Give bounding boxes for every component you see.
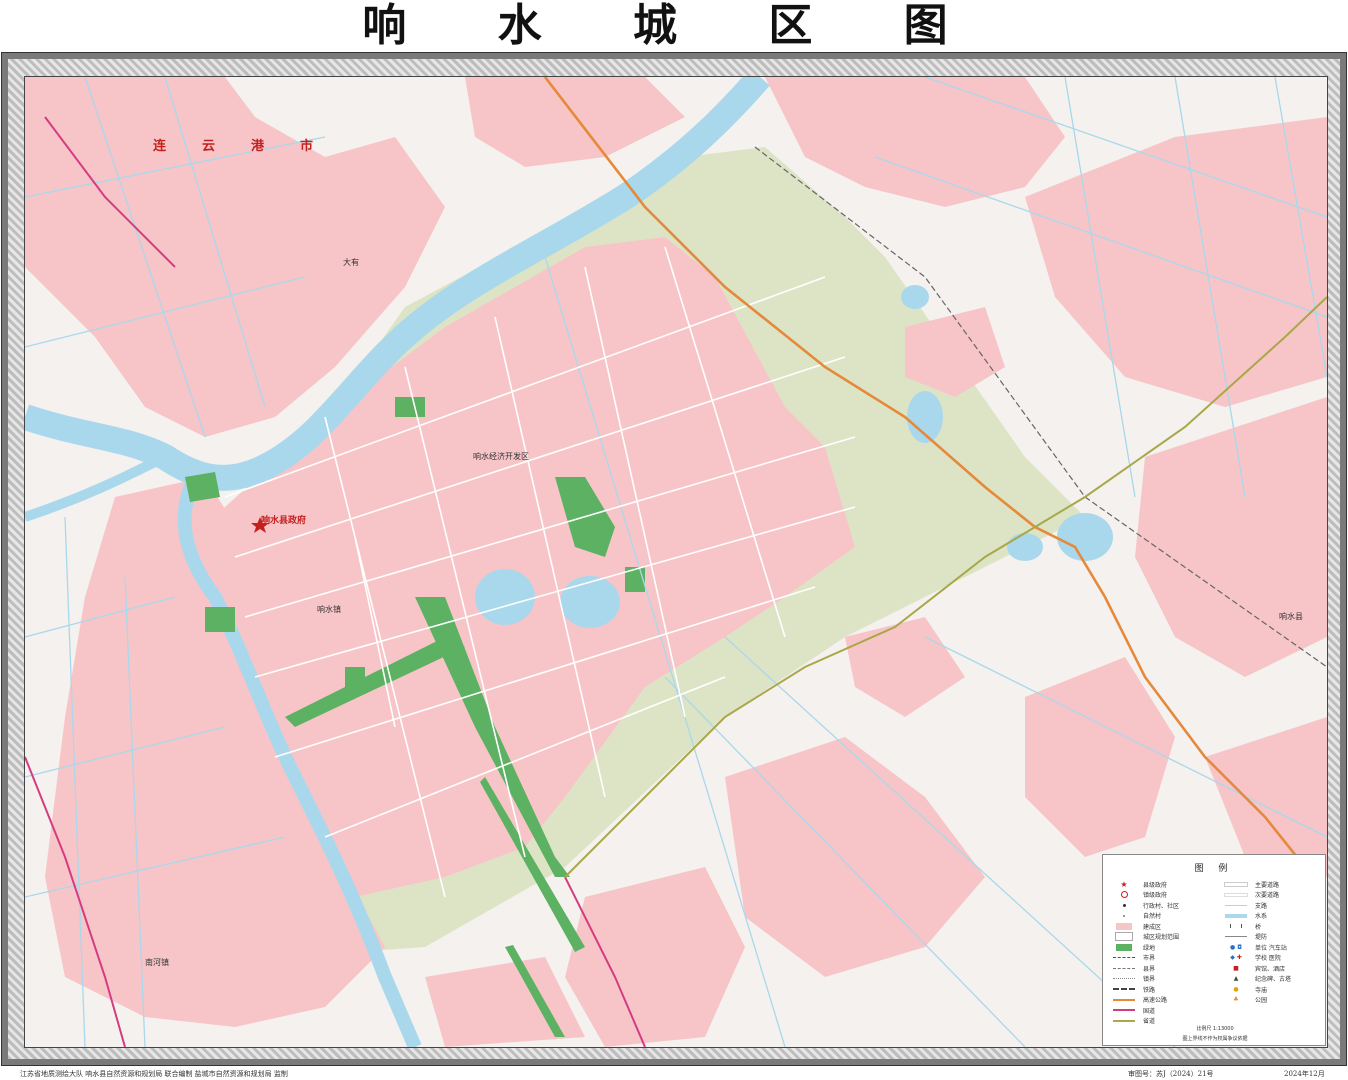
magenta-icon: [1111, 1006, 1137, 1014]
city-label: 连云港市: [153, 139, 350, 154]
map-legend: 图 例 ★ 县级政府镇级政府行政村、社区 自然村建成区城区规划范围 绿地市界县界镇界铁…: [1102, 854, 1326, 1046]
legend-item: 高速公路: [1111, 995, 1179, 1006]
legend-item-label: 次要道路: [1255, 892, 1280, 900]
legend-item: 次要道路: [1223, 890, 1291, 901]
box-icon: [1111, 932, 1137, 942]
legend-item: 镇界: [1111, 974, 1179, 985]
legend-item-label: 绿地: [1143, 944, 1156, 952]
legend-item-label: 堤防: [1255, 934, 1268, 942]
legend-item-label: 铁路: [1143, 986, 1156, 994]
legend-item: ♣ 公园: [1223, 995, 1291, 1006]
legend-item-label: 宾馆、酒店: [1255, 965, 1286, 973]
footer-date: 2024年12月: [1284, 1070, 1325, 1078]
green-icon: [1111, 943, 1137, 951]
star-icon: ★: [1120, 879, 1128, 889]
legend-item-label: 单位 汽车站: [1255, 944, 1287, 952]
pink-icon: [1111, 922, 1137, 930]
legend-item: 铁路: [1111, 984, 1179, 995]
legend-item: 国道: [1111, 1005, 1179, 1016]
legend-item-label: 县级政府: [1143, 881, 1168, 889]
legend-item: 行政村、社区: [1111, 900, 1179, 911]
legend-item: 水系: [1223, 911, 1291, 922]
legend-item: ★ 县级政府: [1111, 879, 1179, 890]
dot-icon: [1111, 901, 1137, 909]
legend-item: 市界: [1111, 953, 1179, 964]
legend-item: 建成区: [1111, 921, 1179, 932]
dike-icon: [1223, 933, 1249, 941]
small-icon: [1111, 912, 1137, 920]
legend-scale: 比例尺 1:13000: [1196, 1026, 1234, 1032]
place-label[interactable]: 响水经济开发区: [473, 451, 529, 462]
legend-item-label: 支路: [1255, 902, 1268, 910]
circle-icon: [1111, 891, 1137, 899]
legend-item-label: 纪念碑、古塔: [1255, 976, 1292, 984]
legend-item: 堤防: [1223, 932, 1291, 943]
legend-item: 绿地: [1111, 942, 1179, 953]
legend-item-label: 高速公路: [1143, 997, 1168, 1005]
legend-item-label: 水系: [1255, 913, 1268, 921]
water-icon: [1223, 912, 1249, 920]
olive-icon: [1111, 1017, 1137, 1025]
school-icon: ◆ ✚: [1230, 954, 1242, 962]
map-title: 响 水 城 区 图: [362, 0, 986, 51]
legend-item-label: 镇界: [1143, 976, 1156, 984]
place-label[interactable]: 响水镇: [317, 604, 341, 615]
place-label[interactable]: 南河镇: [145, 957, 169, 968]
legend-item-label: 市界: [1143, 955, 1156, 963]
road2-icon: [1223, 880, 1249, 888]
legend-item-label: 省道: [1143, 1018, 1156, 1026]
legend-left-column: ★ 县级政府镇级政府行政村、社区 自然村建成区城区规划范围 绿地市界县界镇界铁路高速公…: [1111, 879, 1179, 1026]
legend-item: ▲ 纪念碑、古塔: [1223, 974, 1291, 985]
legend-right-column: 主要道路次要道路支路水系桥堤防 ● ◘ 单位 汽车站 ◆ ✚ 学校 医院 ■ 宾馆、酒店 ▲ 纪…: [1223, 879, 1291, 1005]
legend-item-label: 寺庙: [1255, 986, 1268, 994]
legend-item-label: 镇级政府: [1143, 892, 1168, 900]
legend-item-label: 城区规划范围: [1143, 934, 1180, 942]
legend-title: 图 例: [1194, 864, 1234, 874]
legend-item: ■ 宾馆、酒店: [1223, 963, 1291, 974]
dash2-icon: [1111, 964, 1137, 972]
legend-item: 自然村: [1111, 911, 1179, 922]
legend-item: ● ◘ 单位 汽车站: [1223, 942, 1291, 953]
legend-item: 城区规划范围: [1111, 932, 1179, 943]
footer-review-number: 审图号：苏J（2024）21号: [1128, 1070, 1214, 1078]
road1-icon: [1223, 891, 1249, 899]
orange-icon: [1111, 996, 1137, 1004]
dash1-icon: [1111, 954, 1137, 962]
legend-note: 图上界线不作为权属争议依据: [1182, 1036, 1248, 1042]
legend-item-label: 公园: [1255, 997, 1268, 1005]
legend-item: ◆ ✚ 学校 医院: [1223, 953, 1291, 964]
legend-item-label: 县界: [1143, 965, 1156, 973]
legend-item-label: 学校 医院: [1255, 955, 1281, 963]
legend-item: 支路: [1223, 900, 1291, 911]
legend-item-label: 国道: [1143, 1007, 1156, 1015]
park-icon: ♣: [1233, 996, 1239, 1004]
legend-item: 主要道路: [1223, 879, 1291, 890]
legend-item: 镇级政府: [1111, 890, 1179, 901]
legend-item-label: 桥: [1255, 923, 1262, 931]
monument-icon: ▲: [1233, 975, 1239, 983]
footer-credits: 江苏省地质测绘大队 响水县自然资源和规划局 联合编制 盐城市自然资源和规划局 监…: [20, 1070, 288, 1078]
road0-icon: [1223, 901, 1249, 909]
county-gov-label[interactable]: 响水县政府: [261, 513, 306, 526]
legend-item: ● 寺庙: [1223, 984, 1291, 995]
legend-item: 县界: [1111, 963, 1179, 974]
place-label[interactable]: 响水县: [1279, 611, 1303, 622]
unit-icon: ● ◘: [1230, 943, 1242, 951]
temple-icon: ●: [1233, 985, 1239, 993]
rail-icon: [1111, 985, 1137, 993]
legend-item-label: 主要道路: [1255, 881, 1280, 889]
legend-item-label: 自然村: [1143, 913, 1162, 921]
dash3-icon: [1111, 975, 1137, 983]
legend-item-label: 建成区: [1143, 923, 1162, 931]
hotel-icon: ■: [1233, 964, 1239, 972]
place-label[interactable]: 大有: [343, 257, 359, 268]
bridge-icon: [1223, 922, 1249, 930]
legend-item-label: 行政村、社区: [1143, 902, 1180, 910]
legend-item: 桥: [1223, 921, 1291, 932]
